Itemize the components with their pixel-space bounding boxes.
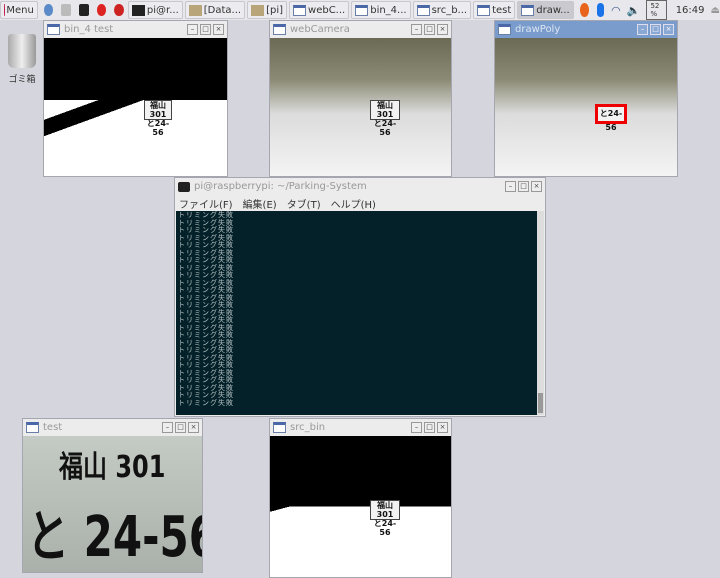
titlebar[interactable]: webCamera–□×	[270, 21, 451, 38]
menu-file[interactable]: ファイル(F)	[179, 196, 233, 211]
window-title: bin_4 test	[64, 24, 185, 35]
taskbar-task[interactable]: webC...	[289, 1, 349, 19]
window-icon	[273, 422, 286, 433]
maximize-button[interactable]: □	[200, 24, 211, 35]
window-title: drawPoly	[515, 24, 635, 35]
titlebar[interactable]: test–□×	[23, 419, 202, 436]
window-icon	[132, 5, 145, 16]
binary-image: 福山301と24-56	[44, 38, 227, 176]
window-title: test	[43, 422, 160, 433]
window-icon	[417, 5, 430, 16]
plate-detection-box: と24-56	[595, 104, 627, 124]
scrollbar[interactable]	[537, 211, 544, 415]
titlebar[interactable]: drawPoly–□×	[495, 21, 677, 38]
minimize-button[interactable]: –	[411, 422, 422, 433]
input-method-icon[interactable]	[580, 3, 590, 17]
terminal-menubar: ファイル(F) 編集(E) タブ(T) ヘルプ(H)	[175, 195, 545, 211]
webcamera-window: webCamera–□× 福山301と24-56	[269, 20, 452, 177]
window-icon	[47, 24, 60, 35]
window-icon	[273, 24, 286, 35]
plate-top-text: 福山 301	[59, 442, 165, 486]
terminal-line: トリミング失敗	[178, 400, 535, 408]
taskbar-task[interactable]: [Data...	[185, 1, 245, 19]
menu-tabs[interactable]: タブ(T)	[287, 196, 321, 211]
window-title: pi@raspberrypi: ~/Parking-System	[194, 181, 503, 192]
file-manager-icon[interactable]	[61, 4, 71, 16]
trash-icon	[8, 34, 36, 68]
wolfram-icon[interactable]	[114, 4, 124, 16]
window-icon	[355, 5, 368, 16]
terminal-launcher-icon[interactable]	[79, 4, 89, 16]
bin4-window: bin_4 test–□× 福山301と24-56	[43, 20, 228, 177]
taskbar-task[interactable]: [pi]	[247, 1, 287, 19]
window-icon	[251, 5, 264, 16]
battery-indicator: 52 %	[646, 0, 666, 20]
titlebar[interactable]: bin_4 test–□×	[44, 21, 227, 38]
close-button[interactable]: ×	[437, 24, 448, 35]
window-title: src_bin	[290, 422, 409, 433]
maximize-button[interactable]: □	[424, 24, 435, 35]
close-button[interactable]: ×	[437, 422, 448, 433]
camera-image: と24-56	[495, 38, 677, 176]
camera-image: 福山301と24-56	[270, 38, 451, 176]
volume-icon[interactable]: 🔈	[627, 4, 641, 17]
window-icon	[189, 5, 202, 16]
srcbin-window: src_bin–□× 福山301と24-56	[269, 418, 452, 578]
browser-icon[interactable]	[44, 4, 54, 16]
test-window: test–□× 福山 301 と 24-56	[22, 418, 203, 573]
titlebar[interactable]: src_bin–□×	[270, 419, 451, 436]
maximize-button[interactable]: □	[175, 422, 186, 433]
window-title: webCamera	[290, 24, 409, 35]
taskbar-task[interactable]: src_b...	[413, 1, 471, 19]
trash-label: ゴミ箱	[2, 72, 42, 85]
taskbar-task[interactable]: bin_4...	[351, 1, 410, 19]
window-icon	[293, 5, 306, 16]
trash-desktop-icon[interactable]: ゴミ箱	[2, 34, 42, 85]
mathematica-icon[interactable]	[97, 4, 107, 16]
minimize-button[interactable]: –	[637, 24, 648, 35]
plate: 福山301と24-56	[370, 500, 400, 520]
menu-help[interactable]: ヘルプ(H)	[331, 196, 376, 211]
binary-image: 福山301と24-56	[270, 436, 451, 577]
minimize-button[interactable]: –	[505, 181, 516, 192]
taskbar-task[interactable]: test	[473, 1, 515, 19]
titlebar[interactable]: pi@raspberrypi: ~/Parking-System–□×	[175, 178, 545, 195]
clock: 16:49	[676, 5, 705, 16]
close-button[interactable]: ×	[663, 24, 674, 35]
window-icon	[26, 422, 39, 433]
close-button[interactable]: ×	[188, 422, 199, 433]
bluetooth-icon[interactable]	[597, 3, 604, 17]
close-button[interactable]: ×	[531, 181, 542, 192]
taskbar: Menu pi@r...[Data...[pi]webC...bin_4...s…	[0, 0, 720, 20]
close-button[interactable]: ×	[213, 24, 224, 35]
taskbar-task[interactable]: pi@r...	[128, 1, 183, 19]
eject-icon[interactable]: ⏏	[711, 5, 720, 16]
window-icon	[521, 5, 534, 16]
minimize-button[interactable]: –	[411, 24, 422, 35]
plate: 福山301と24-56	[144, 100, 172, 120]
maximize-button[interactable]: □	[650, 24, 661, 35]
taskbar-task[interactable]: draw...	[517, 1, 573, 19]
minimize-button[interactable]: –	[162, 422, 173, 433]
menu-edit[interactable]: 編集(E)	[243, 196, 277, 211]
terminal-icon	[178, 182, 190, 192]
minimize-button[interactable]: –	[187, 24, 198, 35]
maximize-button[interactable]: □	[424, 422, 435, 433]
window-icon	[498, 24, 511, 35]
drawpoly-window: drawPoly–□× と24-56	[494, 20, 678, 177]
maximize-button[interactable]: □	[518, 181, 529, 192]
wifi-icon[interactable]: ◠	[611, 4, 621, 17]
terminal-window: pi@raspberrypi: ~/Parking-System–□× ファイル…	[174, 177, 546, 417]
scrollbar-thumb[interactable]	[538, 393, 543, 413]
menu-button[interactable]: Menu	[0, 1, 38, 19]
plate-main-text: と 24-56	[27, 492, 202, 572]
cropped-plate-image: 福山 301 と 24-56	[23, 436, 202, 572]
terminal-output[interactable]: トリミング失敗トリミング失敗トリミング失敗トリミング失敗トリミング失敗トリミング…	[176, 211, 537, 415]
plate: 福山301と24-56	[370, 100, 400, 120]
window-icon	[477, 5, 490, 16]
